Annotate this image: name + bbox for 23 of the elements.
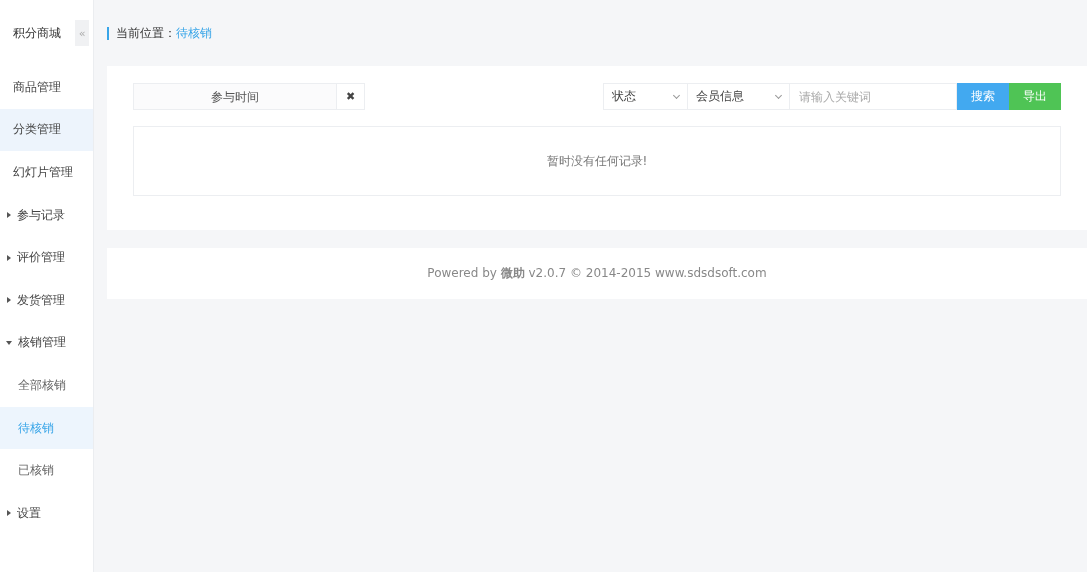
clear-button[interactable]: ✖	[337, 83, 365, 110]
sidebar-item[interactable]: 参与记录	[0, 193, 93, 237]
sidebar-item[interactable]: 幻灯片管理	[0, 151, 93, 194]
sidebar-item[interactable]: 评价管理	[0, 236, 93, 279]
sidebar-subitem[interactable]: 已核销	[0, 449, 93, 492]
sidebar-subitem[interactable]: 全部核销	[0, 364, 93, 407]
dropdown[interactable]: 状态	[603, 83, 688, 110]
caret-right-icon	[7, 510, 11, 517]
app-title: 积分商城	[13, 24, 61, 42]
sidebar-item[interactable]: 商品管理	[0, 66, 93, 109]
sidebar-item[interactable]: 发货管理	[0, 278, 93, 322]
sidebar-item[interactable]: 设置	[0, 491, 93, 535]
keyword-field[interactable]: 请输入关键词	[790, 83, 957, 110]
date-field[interactable]: 参与时间	[133, 83, 337, 110]
caret-right-icon	[7, 297, 11, 304]
footer-text: Powered by 微助 v2.0.7 © 2014-2015 www.sdsdsoft.com	[427, 265, 767, 282]
sidebar-item[interactable]: 分类管理	[0, 108, 93, 152]
empty-message: 暂时没有任何记录!	[546, 152, 648, 170]
caret-down-icon	[6, 340, 12, 345]
breadcrumb: 当前位置：待核销	[116, 24, 212, 42]
caret-right-icon	[7, 254, 11, 261]
caret-right-icon	[7, 212, 11, 219]
sidebar-item[interactable]: 核销管理	[0, 321, 93, 365]
